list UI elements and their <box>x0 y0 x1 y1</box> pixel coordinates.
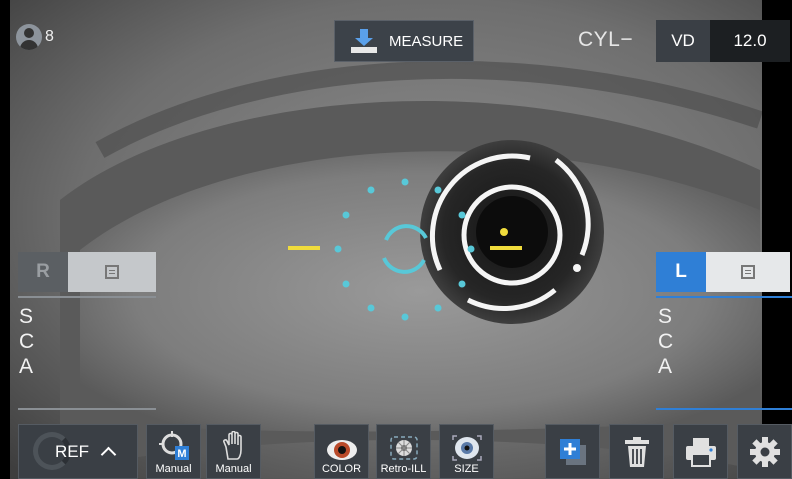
right-eye-list-tab[interactable] <box>68 252 156 292</box>
settings-button[interactable] <box>737 424 792 479</box>
right-eye-tab[interactable]: R <box>18 252 68 292</box>
outer-mire-arc-left <box>429 153 531 272</box>
cylinder-label: C <box>19 330 35 353</box>
size-mode-button[interactable]: SIZE <box>439 424 494 479</box>
target-dot-ring <box>334 178 475 321</box>
inner-mire-ring <box>461 184 563 286</box>
manual-focus-label: Manual <box>155 463 192 475</box>
add-copy-icon <box>559 438 586 465</box>
focus-bracket-top <box>384 224 428 241</box>
size-label: SIZE <box>454 463 479 475</box>
vd-label: VD <box>656 20 710 62</box>
ref-label: REF <box>55 441 89 461</box>
alignment-bar-left <box>288 246 320 250</box>
outer-mire-arc-bottom <box>466 288 557 311</box>
retro-ill-button[interactable]: Retro-ILL <box>376 424 431 479</box>
measure-download-icon <box>351 29 377 53</box>
user-count: 8 <box>45 28 54 45</box>
trash-icon <box>624 436 649 467</box>
camera-view: 8 MEASURE CYL− VD 12.0 R S C A L S C A R… <box>0 0 792 479</box>
divider <box>18 408 156 410</box>
delete-button[interactable] <box>609 424 664 479</box>
hand-icon <box>222 431 242 460</box>
user-indicator[interactable]: 8 <box>16 24 54 50</box>
mire-reflection-dot <box>573 264 581 272</box>
axis-label: A <box>19 355 34 378</box>
left-eye-list-tab[interactable] <box>706 252 790 292</box>
manual-hand-button[interactable]: Manual <box>206 424 261 479</box>
divider <box>656 408 792 410</box>
divider <box>18 296 156 298</box>
ref-mode-button[interactable]: REF <box>18 424 138 479</box>
focus-bracket-bottom <box>382 257 426 274</box>
color-mode-button[interactable]: COLOR <box>314 424 369 479</box>
measure-button[interactable]: MEASURE <box>334 20 474 62</box>
left-eye-tab[interactable]: L <box>656 252 706 292</box>
right-eye-results: S C A <box>19 304 34 379</box>
axis-label: A <box>658 355 673 378</box>
list-icon <box>105 265 119 279</box>
manual-badge: M <box>177 448 186 460</box>
printer-icon <box>685 437 716 467</box>
vd-value: 12.0 <box>710 20 790 62</box>
manual-hand-label: Manual <box>215 463 252 475</box>
eye-color-icon <box>326 440 357 460</box>
sphere-label: S <box>19 305 34 328</box>
sphere-label: S <box>658 305 673 328</box>
left-eye-results: S C A <box>658 304 673 379</box>
user-icon <box>16 24 42 50</box>
vertex-distance[interactable]: VD 12.0 <box>656 20 790 62</box>
size-eye-icon <box>451 435 482 461</box>
left-eye-tab-group[interactable]: L <box>656 252 790 292</box>
gear-icon <box>749 436 780 467</box>
retro-ill-icon <box>389 436 418 460</box>
alignment-bar-right <box>490 246 522 250</box>
list-icon <box>741 265 755 279</box>
measure-label: MEASURE <box>389 32 464 50</box>
add-measurement-button[interactable] <box>545 424 600 479</box>
cylinder-sign-label: CYL− <box>578 28 634 51</box>
print-button[interactable] <box>673 424 728 479</box>
pupil-center-dot <box>500 228 508 236</box>
chevron-up-icon <box>100 446 117 463</box>
manual-focus-button[interactable]: M Manual <box>146 424 201 479</box>
retro-label: Retro-ILL <box>380 463 427 475</box>
divider <box>656 296 792 298</box>
right-eye-tab-group[interactable]: R <box>18 252 156 292</box>
focus-target-icon: M <box>158 431 189 460</box>
color-label: COLOR <box>321 463 362 475</box>
cylinder-label: C <box>658 330 674 353</box>
